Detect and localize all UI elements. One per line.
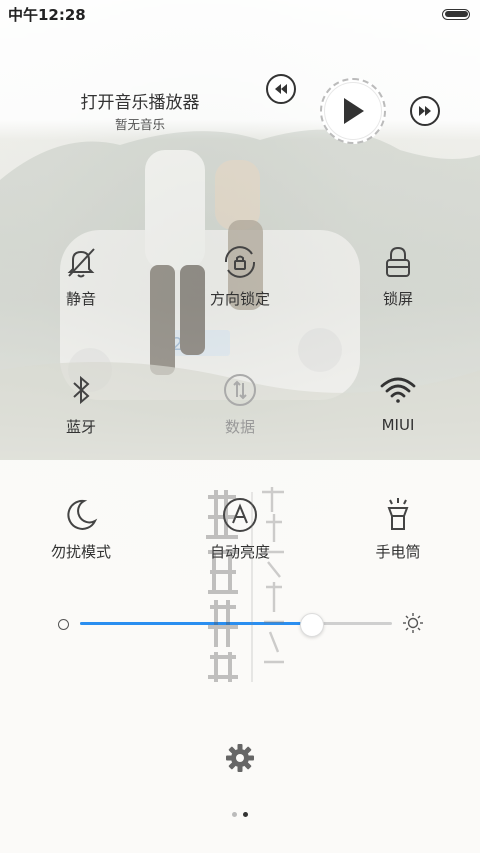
previous-track-button[interactable] xyxy=(266,74,296,104)
toggle-label: 手电筒 xyxy=(375,543,421,561)
settings-gear-icon[interactable] xyxy=(224,742,256,774)
brightness-thumb[interactable] xyxy=(299,613,324,637)
status-time: 中午12:28 xyxy=(8,5,86,24)
toggle-label: 数据 xyxy=(224,418,255,436)
page-dot-2[interactable] xyxy=(243,812,248,817)
play-icon xyxy=(344,98,364,124)
auto-brightness-icon xyxy=(223,498,257,532)
toggle-wifi[interactable]: MIUI xyxy=(338,370,458,434)
fast-forward-icon xyxy=(419,106,431,116)
toggle-flashlight[interactable]: 手电筒 xyxy=(338,495,458,562)
rotation-lock-icon xyxy=(224,246,256,278)
toggle-label: 勿扰模式 xyxy=(50,543,111,561)
moon-icon xyxy=(67,499,98,530)
toggle-label: MIUI xyxy=(381,416,415,434)
toggle-bluetooth[interactable]: 蓝牙 xyxy=(21,370,141,437)
bell-muted-icon xyxy=(67,248,95,278)
toggle-lock-screen[interactable]: 锁屏 xyxy=(338,242,458,309)
battery-icon xyxy=(442,8,470,20)
rewind-icon xyxy=(275,84,287,94)
brightness-slider[interactable] xyxy=(54,608,430,642)
sun-icon xyxy=(403,613,423,633)
toggle-label: 锁屏 xyxy=(382,290,413,308)
toggle-label: 自动亮度 xyxy=(209,543,270,561)
brightness-fill xyxy=(80,622,311,625)
toggle-label: 蓝牙 xyxy=(65,418,96,436)
brightness-low-icon xyxy=(58,619,69,630)
music-player-title[interactable]: 打开音乐播放器 xyxy=(60,88,220,113)
lock-icon xyxy=(386,246,410,277)
page-dot-1[interactable] xyxy=(232,812,237,817)
next-track-button[interactable] xyxy=(410,96,440,126)
status-bar: 中午12:28 xyxy=(0,0,480,28)
toggle-mobile-data[interactable]: 数据 xyxy=(180,370,300,437)
page-indicator xyxy=(228,812,252,820)
music-player-subtitle: 暂无音乐 xyxy=(114,117,165,132)
toggle-auto-brightness[interactable]: 自动亮度 xyxy=(180,495,300,562)
toggle-silent[interactable]: 静音 xyxy=(21,242,141,309)
play-button[interactable] xyxy=(320,78,386,144)
mobile-data-icon xyxy=(224,374,256,406)
wifi-icon xyxy=(380,377,416,403)
toggle-rotation-lock[interactable]: 方向锁定 xyxy=(180,242,300,309)
toggle-label: 方向锁定 xyxy=(209,290,270,308)
bluetooth-icon xyxy=(73,375,90,405)
flashlight-icon xyxy=(387,498,409,530)
toggle-do-not-disturb[interactable]: 勿扰模式 xyxy=(21,495,141,562)
toggle-label: 静音 xyxy=(65,290,96,308)
brightness-track[interactable] xyxy=(80,622,392,625)
